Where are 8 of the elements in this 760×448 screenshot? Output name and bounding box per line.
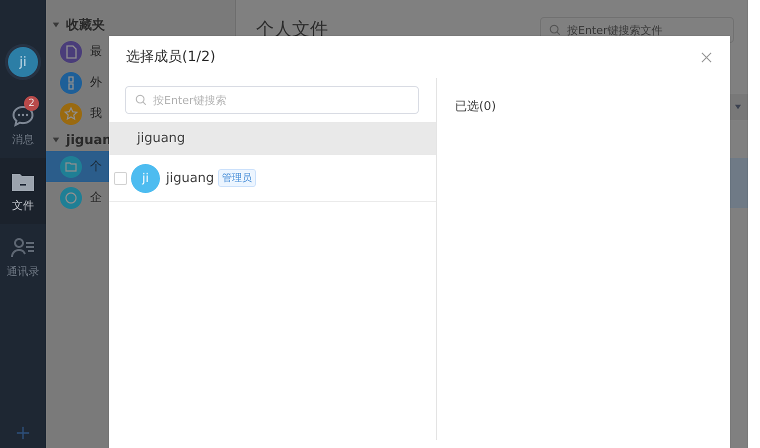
section-title: jiguan [66,132,112,148]
section-title: 收藏夹 [66,17,105,34]
dialog-title: 选择成员(1/2) [126,48,216,66]
unread-badge: 2 [24,96,39,111]
selected-count: 已选(0) [455,99,496,113]
member-avatar: ji [131,164,160,192]
member-name: jiguang [166,170,214,186]
role-tag: 管理员 [218,169,256,187]
